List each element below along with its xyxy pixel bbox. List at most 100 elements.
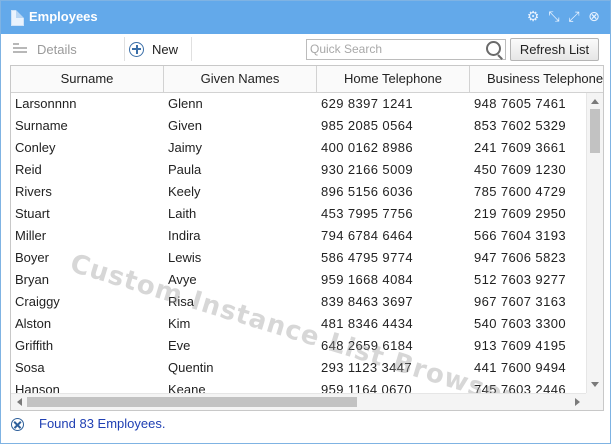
cell-surname: Rivers xyxy=(15,184,52,199)
employees-grid: Surname Given Names Home Telephone Busin… xyxy=(10,65,604,411)
column-header-business-telephone[interactable]: Business Telephone xyxy=(470,66,603,92)
table-row[interactable]: Griffith Eve 648 2659 6184 913 7609 4195 xyxy=(11,335,586,357)
cell-surname: Sosa xyxy=(15,360,45,375)
cell-business-telephone: 948 7605 7461 xyxy=(474,96,566,111)
column-header-surname[interactable]: Surname xyxy=(11,66,164,92)
cell-given-names: Paula xyxy=(168,162,202,177)
vertical-scroll-thumb[interactable] xyxy=(590,109,600,153)
gear-icon[interactable]: ⚙ xyxy=(526,10,540,24)
cell-home-telephone: 930 2166 5009 xyxy=(321,162,413,177)
table-row[interactable]: Reid Paula 930 2166 5009 450 7609 1230 xyxy=(11,159,586,181)
cell-home-telephone: 959 1164 0670 xyxy=(321,382,412,393)
cell-home-telephone: 794 6784 6464 xyxy=(321,228,413,243)
cell-business-telephone: 785 7600 4729 xyxy=(474,184,566,199)
cell-home-telephone: 400 0162 8986 xyxy=(321,140,413,155)
cell-home-telephone: 896 5156 6036 xyxy=(321,184,413,199)
table-row[interactable]: Alston Kim 481 8346 4434 540 7603 3300 xyxy=(11,313,586,335)
cell-given-names: Laith xyxy=(168,206,197,221)
document-icon xyxy=(11,10,24,26)
table-row[interactable]: Bryan Avye 959 1668 4084 512 7603 9277 xyxy=(11,269,586,291)
cell-home-telephone: 453 7995 7756 xyxy=(321,206,413,221)
cell-given-names: Risa xyxy=(168,294,195,309)
cell-given-names: Eve xyxy=(168,338,191,353)
cell-home-telephone: 481 8346 4434 xyxy=(321,316,413,331)
cell-business-telephone: 512 7603 9277 xyxy=(474,272,566,287)
title-bar[interactable]: Employees ⚙ ⤡ ⤢ ⊗ xyxy=(1,1,610,34)
cell-home-telephone: 839 8463 3697 xyxy=(321,294,413,309)
cell-given-names: Indira xyxy=(168,228,201,243)
refresh-list-button[interactable]: Refresh List xyxy=(510,38,599,61)
scrollbar-corner xyxy=(586,393,603,410)
shrink-icon[interactable]: ⤡ xyxy=(547,10,561,24)
cell-business-telephone: 967 7607 3163 xyxy=(474,294,566,309)
cell-surname: Alston xyxy=(15,316,52,331)
table-row[interactable]: Boyer Lewis 586 4795 9774 947 7606 5823 xyxy=(11,247,586,269)
toolbar-divider xyxy=(191,37,192,61)
cell-surname: Conley xyxy=(15,140,56,155)
table-row[interactable]: Craiggy Risa 839 8463 3697 967 7607 3163 xyxy=(11,291,586,313)
details-button-label: Details xyxy=(37,41,77,57)
close-icon[interactable]: ⊗ xyxy=(587,10,601,24)
table-row[interactable]: Stuart Laith 453 7995 7756 219 7609 2950 xyxy=(11,203,586,225)
cell-business-telephone: 441 7600 9494 xyxy=(474,360,566,375)
cell-home-telephone: 959 1668 4084 xyxy=(321,272,413,287)
cell-home-telephone: 586 4795 9774 xyxy=(321,250,413,265)
cell-surname: Boyer xyxy=(15,250,49,265)
cell-surname: Hanson xyxy=(15,382,60,393)
scroll-up-icon[interactable] xyxy=(591,99,599,104)
table-row[interactable]: Larsonnnn Glenn 629 8397 1241 948 7605 7… xyxy=(11,93,586,115)
search-icon[interactable] xyxy=(486,41,501,56)
cell-surname: Craiggy xyxy=(15,294,60,309)
cell-business-telephone: 913 7609 4195 xyxy=(474,338,566,353)
cell-given-names: Glenn xyxy=(168,96,203,111)
column-header-given-names[interactable]: Given Names xyxy=(164,66,317,92)
cell-given-names: Jaimy xyxy=(168,140,202,155)
quick-search-box[interactable] xyxy=(306,39,506,60)
cell-home-telephone: 293 1123 3447 xyxy=(321,360,412,375)
add-icon xyxy=(129,41,144,57)
cell-given-names: Kim xyxy=(168,316,191,331)
cell-given-names: Avye xyxy=(168,272,197,287)
cell-business-telephone: 853 7602 5329 xyxy=(474,118,566,133)
horizontal-scrollbar[interactable] xyxy=(11,393,586,410)
table-row[interactable]: Surname Given 985 2085 0564 853 7602 532… xyxy=(11,115,586,137)
scroll-left-icon[interactable] xyxy=(17,398,22,406)
status-bar: Found 83 Employees. xyxy=(1,411,610,441)
scroll-down-icon[interactable] xyxy=(591,382,599,387)
table-row[interactable]: Conley Jaimy 400 0162 8986 241 7609 3661 xyxy=(11,137,586,159)
status-close-icon[interactable] xyxy=(11,418,24,431)
cell-given-names: Quentin xyxy=(168,360,214,375)
quick-search-input[interactable] xyxy=(307,40,480,57)
cell-surname: Surname xyxy=(15,118,68,133)
status-message: Found 83 Employees. xyxy=(39,416,166,431)
cell-given-names: Lewis xyxy=(168,250,202,265)
grid-header: Surname Given Names Home Telephone Busin… xyxy=(11,66,603,93)
cell-home-telephone: 648 2659 6184 xyxy=(321,338,413,353)
details-icon xyxy=(13,43,27,55)
details-button[interactable]: Details xyxy=(13,34,77,64)
cell-business-telephone: 566 7604 3193 xyxy=(474,228,566,243)
cell-business-telephone: 540 7603 3300 xyxy=(474,316,566,331)
table-row[interactable]: Hanson Keane 959 1164 0670 745 7603 2446 xyxy=(11,379,586,393)
employees-window: Employees ⚙ ⤡ ⤢ ⊗ Details New Refresh Li… xyxy=(0,0,611,444)
cell-business-telephone: 219 7609 2950 xyxy=(474,206,566,221)
grid-body: Larsonnnn Glenn 629 8397 1241 948 7605 7… xyxy=(11,93,586,393)
new-button[interactable]: New xyxy=(129,34,178,64)
horizontal-scroll-thumb[interactable] xyxy=(27,397,357,407)
cell-business-telephone: 745 7603 2446 xyxy=(474,382,566,393)
column-header-home-telephone[interactable]: Home Telephone xyxy=(317,66,470,92)
cell-surname: Griffith xyxy=(15,338,54,353)
table-row[interactable]: Miller Indira 794 6784 6464 566 7604 319… xyxy=(11,225,586,247)
cell-surname: Reid xyxy=(15,162,42,177)
table-row[interactable]: Rivers Keely 896 5156 6036 785 7600 4729 xyxy=(11,181,586,203)
cell-home-telephone: 985 2085 0564 xyxy=(321,118,413,133)
cell-home-telephone: 629 8397 1241 xyxy=(321,96,413,111)
window-title: Employees xyxy=(29,9,98,24)
cell-surname: Miller xyxy=(15,228,47,243)
vertical-scrollbar[interactable] xyxy=(586,93,603,393)
cell-given-names: Keane xyxy=(168,382,206,393)
table-row[interactable]: Sosa Quentin 293 1123 3447 441 7600 9494 xyxy=(11,357,586,379)
cell-surname: Larsonnnn xyxy=(15,96,77,111)
scroll-right-icon[interactable] xyxy=(575,398,580,406)
expand-icon[interactable]: ⤢ xyxy=(567,10,581,24)
